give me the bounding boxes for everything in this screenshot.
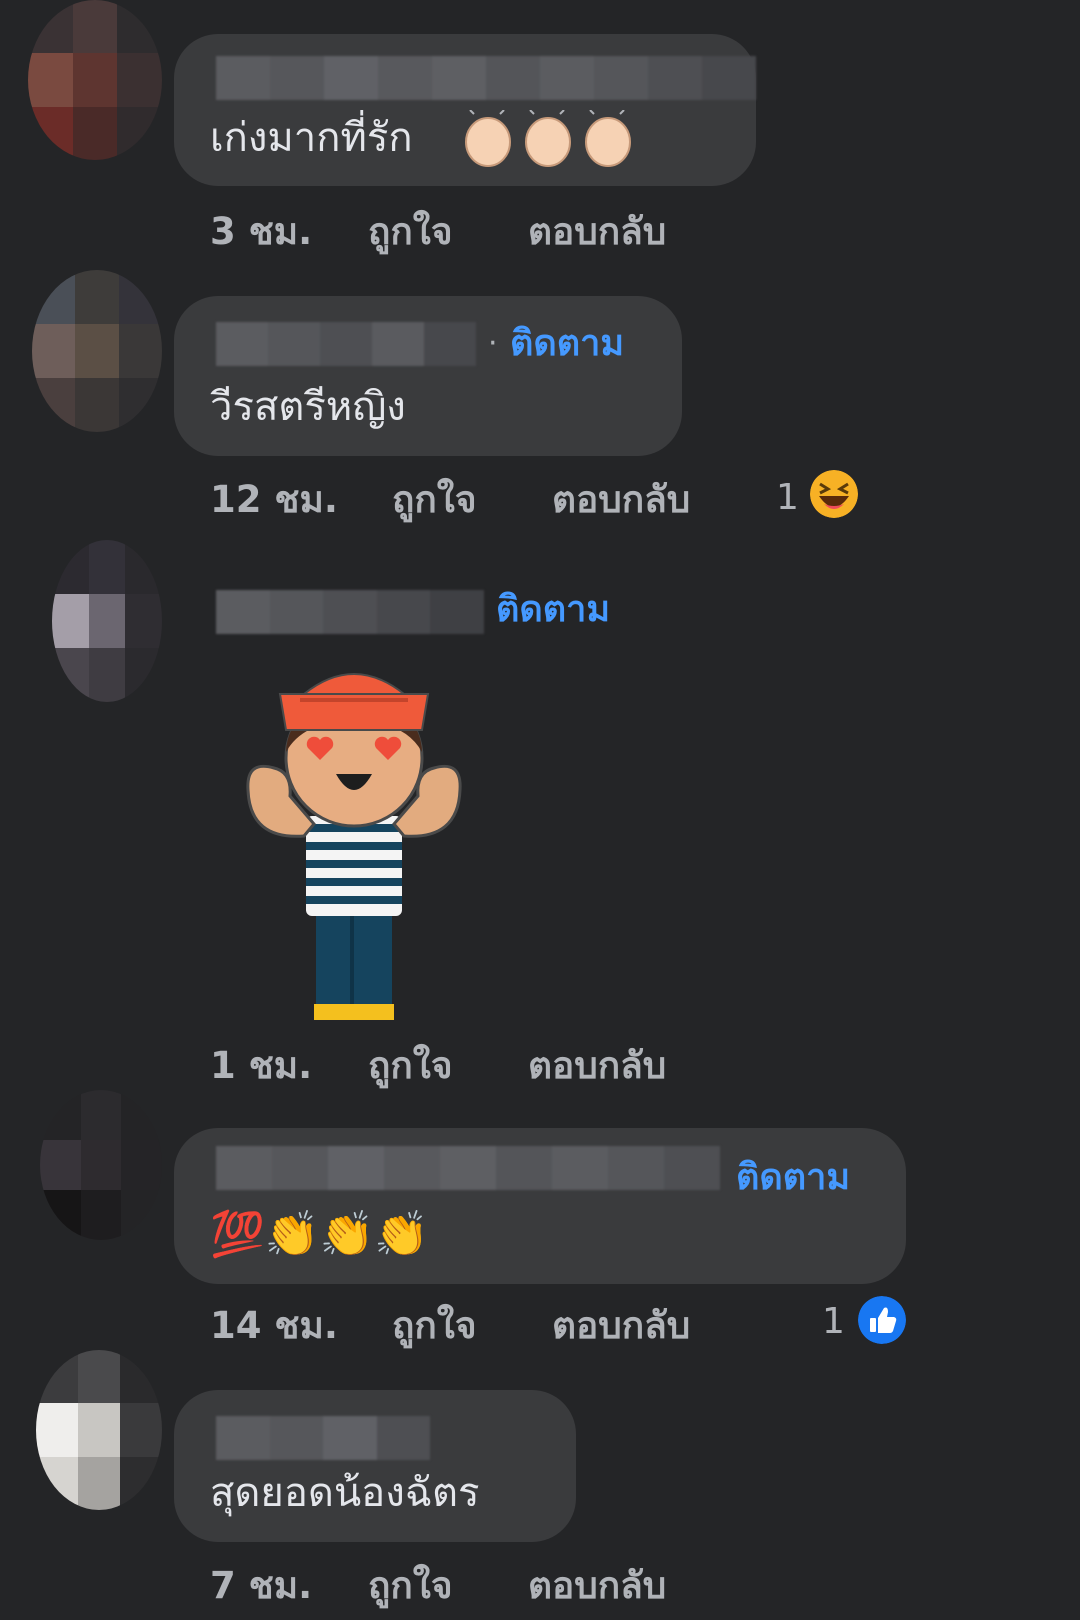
reply-button[interactable]: ตอบกลับ — [552, 1304, 690, 1348]
comment-time[interactable]: 12 ชม. — [210, 478, 338, 522]
avatar[interactable] — [52, 540, 162, 702]
like-button[interactable]: ถูกใจ — [392, 478, 477, 522]
comment-time[interactable]: 3 ชม. — [210, 210, 312, 254]
comment-time[interactable]: 1 ชม. — [210, 1044, 312, 1088]
like-button[interactable]: ถูกใจ — [368, 1564, 453, 1608]
follow-button[interactable]: ติดตาม — [510, 322, 624, 366]
clap-emoji-row — [460, 109, 648, 174]
reaction-count[interactable]: 1 — [776, 476, 799, 520]
author-name-redacted[interactable] — [216, 322, 476, 366]
reply-button[interactable]: ตอบกลับ — [528, 1044, 666, 1088]
avatar[interactable] — [40, 1090, 162, 1240]
author-name-redacted[interactable] — [216, 1146, 720, 1190]
comment-emoji: 💯👏👏👏 — [210, 1209, 430, 1260]
author-name-redacted[interactable] — [216, 590, 484, 634]
reply-button[interactable]: ตอบกลับ — [552, 478, 690, 522]
comment-text: วีรสตรีหญิง — [210, 384, 406, 430]
avatar[interactable] — [36, 1350, 162, 1510]
like-thumb-icon[interactable] — [858, 1296, 906, 1344]
follow-button[interactable]: ติดตาม — [736, 1156, 850, 1200]
follow-button[interactable]: ติดตาม — [496, 588, 610, 632]
comment-time[interactable]: 14 ชม. — [210, 1304, 338, 1348]
author-name-redacted[interactable] — [216, 1416, 430, 1460]
reaction-count[interactable]: 1 — [822, 1300, 845, 1344]
reply-button[interactable]: ตอบกลับ — [528, 1564, 666, 1608]
comment-bubble — [174, 296, 682, 456]
comment-time[interactable]: 7 ชม. — [210, 1564, 312, 1608]
like-button[interactable]: ถูกใจ — [368, 1044, 453, 1088]
avatar[interactable] — [32, 270, 162, 432]
comment-text: สุดยอดน้องฉัตร — [210, 1470, 480, 1516]
laugh-emoji-icon[interactable] — [810, 470, 858, 518]
comment-text: เก่งมากที่รัก — [210, 115, 413, 161]
avatar[interactable] — [28, 0, 162, 160]
reply-button[interactable]: ตอบกลับ — [528, 210, 666, 254]
sailor-heart-eyes-sticker[interactable] — [244, 660, 464, 1022]
author-name-redacted[interactable] — [216, 56, 756, 100]
like-button[interactable]: ถูกใจ — [368, 210, 453, 254]
clapping-hands-icon — [465, 109, 631, 167]
comment-bubble — [174, 1390, 576, 1542]
like-button[interactable]: ถูกใจ — [392, 1304, 477, 1348]
separator-dot: · — [488, 326, 498, 361]
